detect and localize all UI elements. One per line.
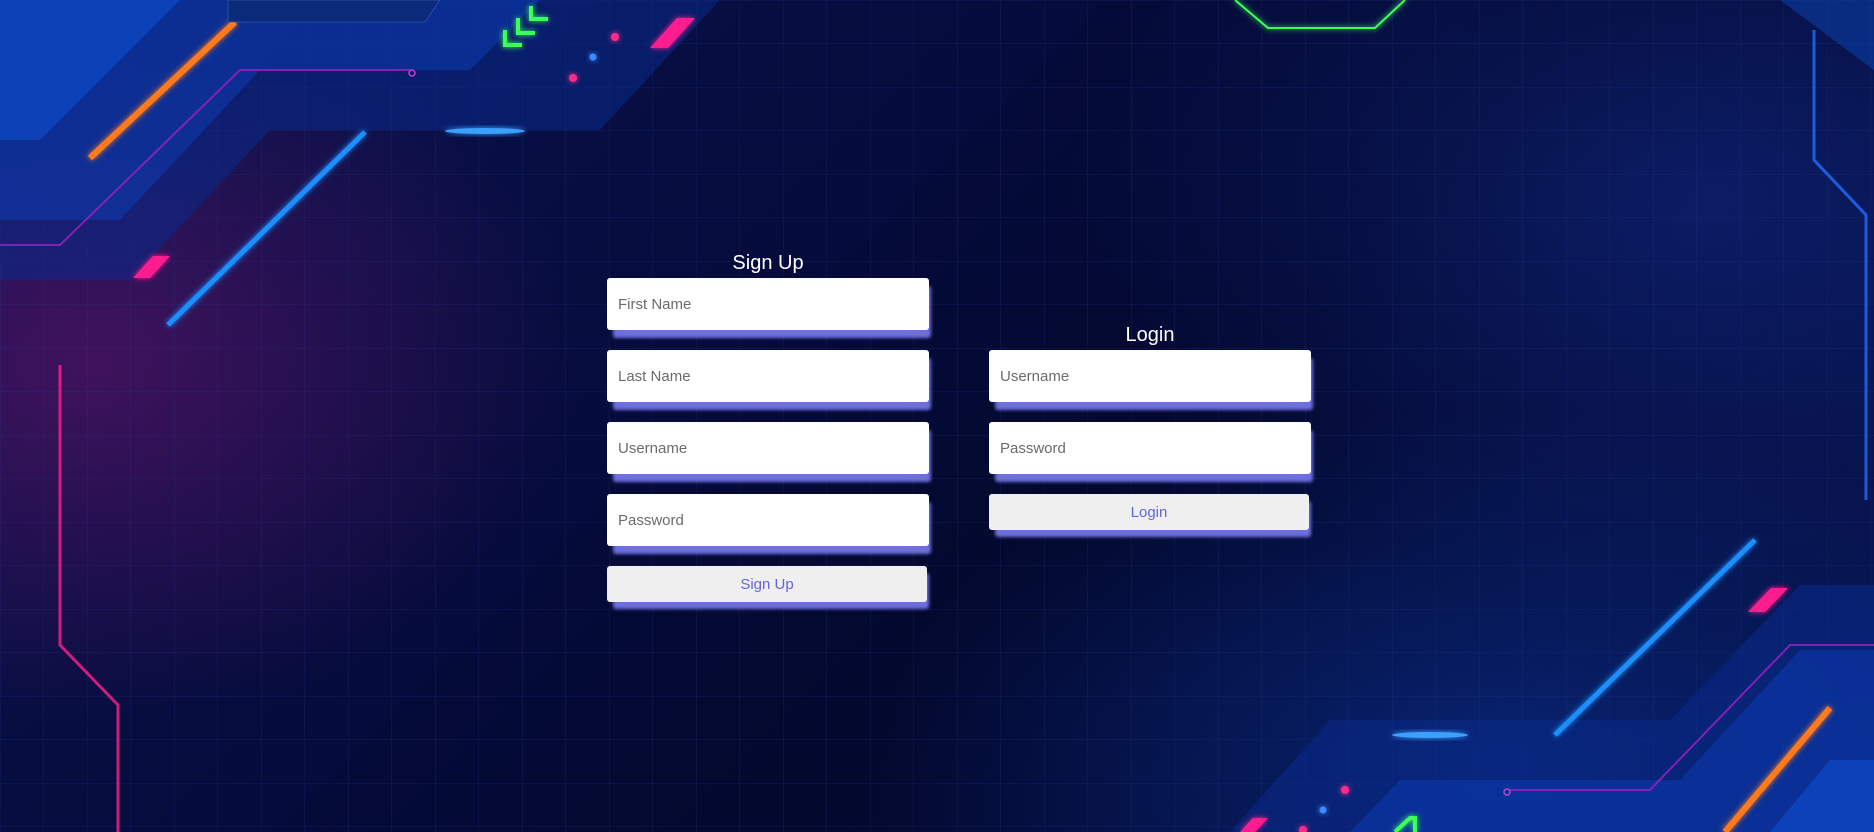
page-background: Sign Up Sign Up Login Login (0, 0, 1874, 832)
login-username-input[interactable] (989, 350, 1311, 402)
login-title: Login (1125, 324, 1175, 346)
first-name-input[interactable] (607, 278, 929, 330)
first-name-field (607, 278, 929, 330)
signup-form: Sign Up Sign Up (607, 248, 929, 602)
signup-username-input[interactable] (607, 422, 929, 474)
signup-password-field (607, 494, 929, 546)
login-password-field (989, 422, 1311, 474)
signup-password-input[interactable] (607, 494, 929, 546)
login-button-wrap: Login (989, 494, 1309, 530)
signup-button[interactable]: Sign Up (607, 566, 927, 602)
signup-username-field (607, 422, 929, 474)
circuit-background-art (0, 0, 1874, 832)
login-form: Login Login (989, 320, 1311, 530)
last-name-input[interactable] (607, 350, 929, 402)
login-username-field (989, 350, 1311, 402)
last-name-field (607, 350, 929, 402)
signup-button-wrap: Sign Up (607, 566, 927, 602)
signup-title: Sign Up (732, 252, 804, 274)
login-password-input[interactable] (989, 422, 1311, 474)
login-button[interactable]: Login (989, 494, 1309, 530)
